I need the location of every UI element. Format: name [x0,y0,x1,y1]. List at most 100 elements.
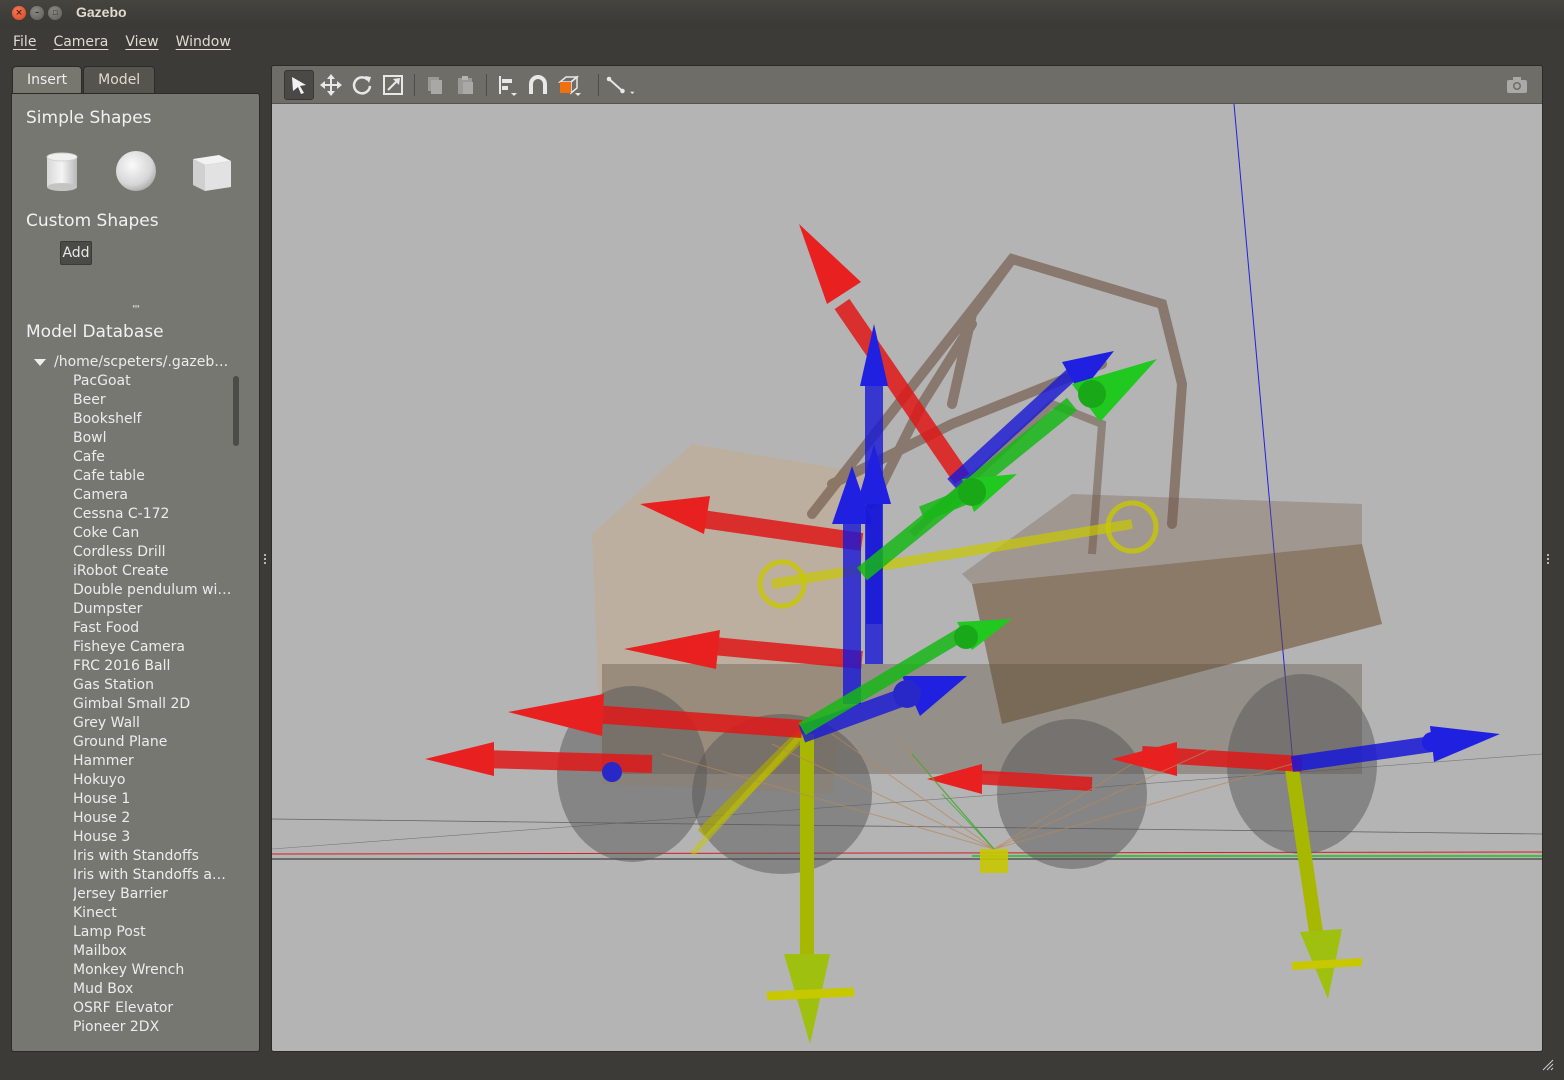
model-list-item[interactable]: Coke Can [73,524,233,543]
render-toolbar [272,66,1542,104]
screenshot-icon[interactable] [1502,70,1532,100]
menu-view[interactable]: View [125,34,158,50]
model-list-item[interactable]: Iris with Standoffs [73,847,233,866]
box-icon[interactable] [189,149,233,193]
model-list-item[interactable]: Mud Box [73,980,233,999]
model-list: PacGoat Beer Bookshelf Bowl Cafe Cafe table Ca… [73,372,233,1037]
model-list-item[interactable]: House 3 [73,828,233,847]
sphere-icon[interactable] [114,149,158,193]
close-icon[interactable]: × [12,6,26,20]
simple-shapes-title: Simple Shapes [26,108,152,128]
tab-model[interactable]: Model [83,66,156,94]
model-list-item[interactable]: Fast Food [73,619,233,638]
axis-origin [954,625,978,649]
model-list-item[interactable]: Jersey Barrier [73,885,233,904]
model-list-item[interactable]: House 2 [73,809,233,828]
model-list-item[interactable]: Double pendulum wi… [73,581,233,600]
paste-icon[interactable] [450,70,480,100]
scale-icon[interactable] [378,70,408,100]
wheel [997,719,1147,869]
model-list-item[interactable]: Ground Plane [73,733,233,752]
menu-camera[interactable]: Camera [53,34,108,50]
right-splitter-handle[interactable] [1545,553,1551,565]
window-title: Gazebo [76,4,127,20]
rotate-icon[interactable] [347,70,377,100]
toolbar-separator [598,74,599,96]
toolbar-separator [486,74,487,96]
tree-root[interactable]: /home/scpeters/.gazeb… [34,354,228,370]
model-list-item[interactable]: Kinect [73,904,233,923]
model-list-item[interactable]: Bookshelf [73,410,233,429]
cylinder-icon[interactable] [40,149,84,193]
model-list-scrollbar[interactable] [233,376,239,446]
model-list-item[interactable]: Dumpster [73,600,233,619]
x-axis-line [272,851,1542,855]
render-viewport [271,65,1543,1052]
snap-icon[interactable] [523,70,553,100]
minimize-icon[interactable]: – [30,6,44,20]
z-axis-arrow [947,368,1077,490]
axis-origin [1078,380,1106,408]
3d-scene[interactable] [272,104,1542,1052]
model-list-item[interactable]: Grey Wall [73,714,233,733]
joint-icon[interactable] [606,70,636,100]
panel-splitter-handle[interactable]: '''' [132,304,140,315]
toolbar-separator [414,74,415,96]
copy-icon[interactable] [420,70,450,100]
menu-file[interactable]: File [13,34,36,50]
menu-window[interactable]: Window [176,34,231,50]
axis-origin [893,680,921,708]
align-icon[interactable] [492,70,522,100]
insert-panel: Simple Shapes Custom Shapes Add '''' Mod… [11,93,260,1052]
maximize-icon[interactable]: ▫ [48,6,62,20]
translate-icon[interactable] [316,70,346,100]
left-tabs: Insert Model [12,66,156,94]
model-list-item[interactable]: FRC 2016 Ball [73,657,233,676]
joint-axis-bar [766,987,855,1001]
x-axis-arrow [481,750,653,773]
model-list-item[interactable]: Hokuyo [73,771,233,790]
x-axis-arrowhead [799,224,861,304]
menu-bar: File Camera View Window [0,27,1564,57]
model-list-item[interactable]: Hammer [73,752,233,771]
model-list-item[interactable]: Camera [73,486,233,505]
model-list-item[interactable]: Cordless Drill [73,543,233,562]
model-list-item[interactable]: House 1 [73,790,233,809]
model-list-item[interactable]: Fisheye Camera [73,638,233,657]
model-list-item[interactable]: Cafe [73,448,233,467]
joint-axis-bar [1291,958,1363,970]
x-axis-arrowhead [425,742,494,776]
resize-grip-icon[interactable] [1541,1058,1555,1072]
custom-shapes-title: Custom Shapes [26,211,159,231]
model-list-item[interactable]: Monkey Wrench [73,961,233,980]
x-axis-arrowhead [508,694,604,736]
model-list-item[interactable]: Pioneer 2DX [73,1018,233,1037]
tab-insert[interactable]: Insert [12,66,83,94]
tree-root-label: /home/scpeters/.gazeb… [54,354,229,370]
select-icon[interactable] [284,70,314,100]
x-axis-arrow [971,770,1093,791]
joint-marker [980,849,1008,873]
model-list-item[interactable]: Iris with Standoffs an… [73,866,233,885]
model-list-item[interactable]: Gas Station [73,676,233,695]
chevron-down-icon[interactable] [34,358,46,366]
model-list-item[interactable]: iRobot Create [73,562,233,581]
view-angle-icon[interactable] [554,70,584,100]
model-list-item[interactable]: Lamp Post [73,923,233,942]
model-list-item[interactable]: Mailbox [73,942,233,961]
model-list-item[interactable]: OSRF Elevator [73,999,233,1018]
model-database-title: Model Database [26,322,164,342]
axis-origin [602,762,622,782]
model-list-item[interactable]: Bowl [73,429,233,448]
model-list-item[interactable]: PacGoat [73,372,233,391]
axis-origin [1422,732,1442,752]
model-list-item[interactable]: Gimbal Small 2D [73,695,233,714]
left-splitter-handle[interactable] [262,553,268,565]
add-custom-shape-button[interactable]: Add [60,241,92,265]
model-list-item[interactable]: Beer [73,391,233,410]
title-bar: × – ▫ Gazebo [0,0,1564,27]
model-list-item[interactable]: Cessna C-172 [73,505,233,524]
wheel [692,714,872,874]
model-list-item[interactable]: Cafe table [73,467,233,486]
axis-origin [958,478,986,506]
